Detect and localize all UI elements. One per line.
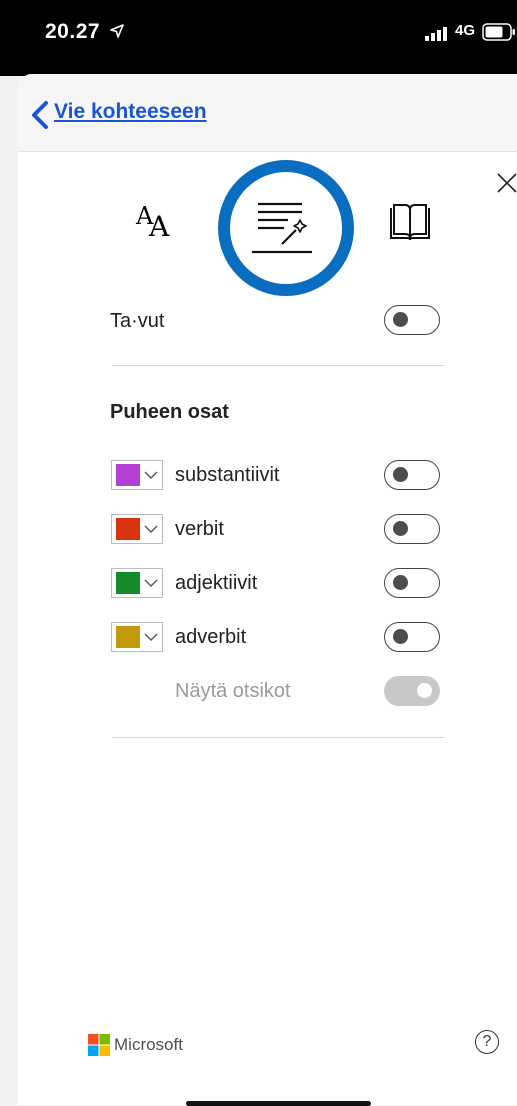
- chevron-down-icon: [144, 471, 158, 479]
- toggle-knob: [393, 312, 408, 327]
- divider: [112, 737, 444, 738]
- color-swatch: [116, 518, 140, 540]
- adjectives-label: adjektiivit: [175, 572, 258, 594]
- syllables-label: Ta·vut: [110, 310, 165, 332]
- chevron-down-icon: [144, 525, 158, 533]
- show-labels-label: Näytä otsikot: [175, 680, 291, 702]
- network-type: 4G: [455, 22, 476, 39]
- status-bar: 20.27 4G: [0, 0, 517, 76]
- adjectives-toggle[interactable]: [384, 568, 440, 598]
- location-arrow-icon: [110, 24, 124, 38]
- show-labels-toggle[interactable]: [384, 676, 440, 706]
- adjectives-color-picker[interactable]: [111, 568, 163, 598]
- back-link[interactable]: Vie kohteeseen: [54, 100, 207, 124]
- verbs-label: verbit: [175, 518, 224, 540]
- toggle-knob: [393, 575, 408, 590]
- text-size-icon-large: A: [149, 210, 170, 243]
- chevron-left-icon[interactable]: [30, 100, 50, 130]
- microsoft-logo-icon: [88, 1034, 110, 1056]
- nouns-label: substantiivit: [175, 464, 280, 486]
- toggle-knob: [393, 521, 408, 536]
- color-swatch: [116, 464, 140, 486]
- microsoft-brand: Microsoft: [114, 1035, 183, 1054]
- toggle-knob: [417, 683, 432, 698]
- signal-icon: [425, 27, 447, 41]
- verbs-color-picker[interactable]: [111, 514, 163, 544]
- immersive-reader-panel: Vie kohteeseen A A Ta·vut Puheen osat su…: [18, 74, 517, 1106]
- chevron-down-icon: [144, 633, 158, 641]
- help-icon[interactable]: ?: [475, 1030, 499, 1054]
- book-icon[interactable]: [388, 202, 432, 244]
- syllables-toggle[interactable]: [384, 305, 440, 335]
- battery-icon: [482, 23, 515, 41]
- chevron-down-icon: [144, 579, 158, 587]
- adverbs-label: adverbit: [175, 626, 247, 648]
- adverbs-toggle[interactable]: [384, 622, 440, 652]
- home-indicator: [186, 1101, 371, 1106]
- grammar-tools-icon: [252, 202, 312, 254]
- nouns-color-picker[interactable]: [111, 460, 163, 490]
- grammar-tools-tab[interactable]: [218, 160, 354, 296]
- status-time: 20.27: [45, 20, 101, 43]
- divider: [112, 365, 444, 366]
- color-swatch: [116, 572, 140, 594]
- color-swatch: [116, 626, 140, 648]
- verbs-toggle[interactable]: [384, 514, 440, 544]
- adverbs-color-picker[interactable]: [111, 622, 163, 652]
- toggle-knob: [393, 629, 408, 644]
- nouns-toggle[interactable]: [384, 460, 440, 490]
- toggle-knob: [393, 467, 408, 482]
- navigation-bar: Vie kohteeseen: [18, 74, 517, 152]
- close-icon[interactable]: [496, 172, 517, 194]
- parts-of-speech-title: Puheen osat: [110, 401, 229, 423]
- text-size-tab[interactable]: A A: [136, 202, 180, 244]
